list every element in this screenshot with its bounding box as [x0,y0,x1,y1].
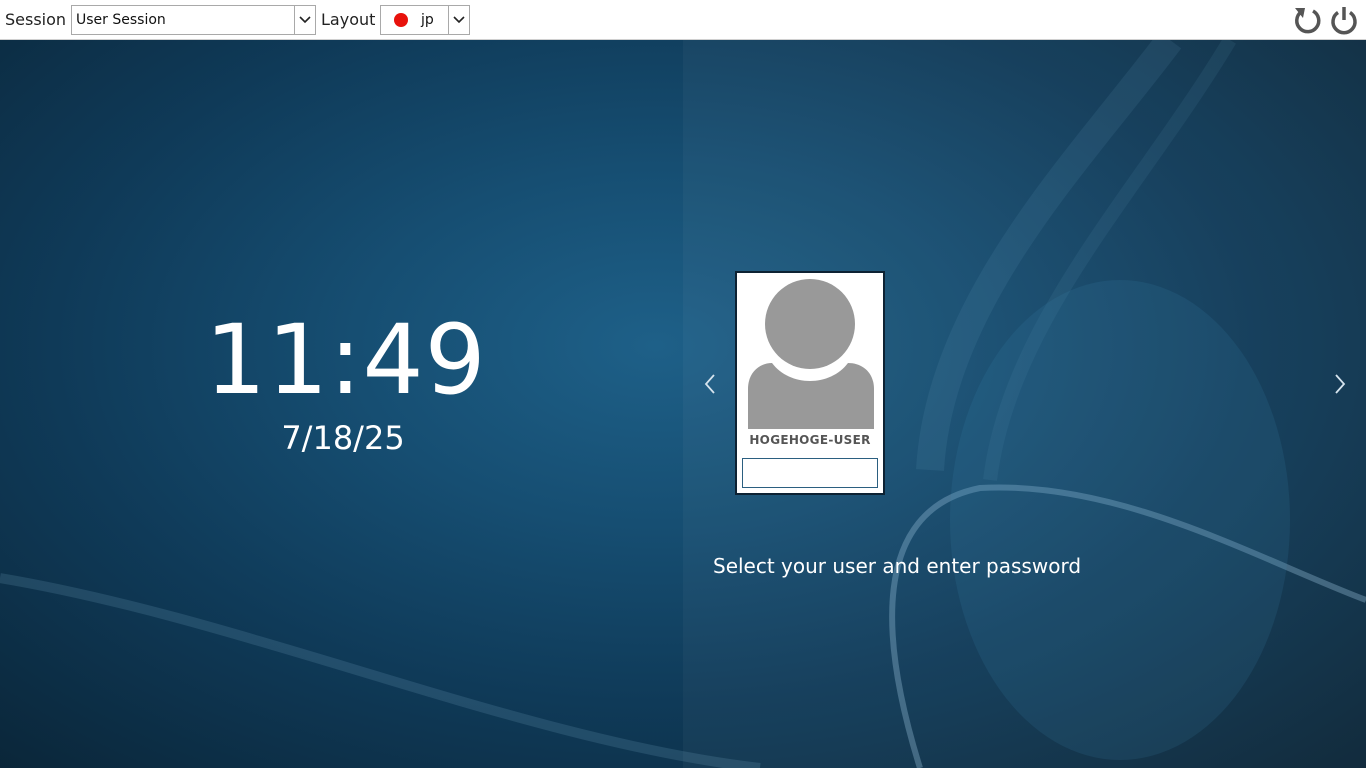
next-user-button[interactable] [1332,372,1348,396]
reboot-button[interactable] [1292,5,1322,35]
password-input[interactable] [742,458,878,488]
keyboard-layout-select[interactable]: jp [380,5,470,35]
layout-select-dropdown-button[interactable] [448,6,469,34]
greeter-background: 11:49 7/18/25 [0,40,1366,768]
chevron-down-icon [299,16,311,24]
session-select[interactable]: User Session [71,5,316,35]
layout-label: Layout [321,10,376,29]
login-prompt: Select your user and enter password [713,554,1082,578]
clock-date: 7/18/25 [281,419,405,457]
reboot-icon [1295,8,1321,34]
user-card[interactable]: HOGEHOGE-USER [735,271,885,495]
chevron-left-icon [704,374,715,394]
session-label: Session [5,10,67,29]
session-select-dropdown-button[interactable] [294,6,315,34]
top-panel: Session User Session Layout jp [0,0,1366,40]
clock-time: 11:49 [205,304,487,416]
shutdown-button[interactable] [1329,5,1359,35]
previous-user-button[interactable] [702,372,718,396]
chevron-right-icon [1335,374,1346,394]
user-name: HOGEHOGE-USER [749,433,871,447]
power-icon [1331,7,1357,35]
chevron-down-icon [453,16,465,24]
session-select-value: User Session [76,12,166,28]
keyboard-layout-value: jp [421,12,434,28]
layout-indicator-icon [394,13,408,27]
user-avatar-icon [748,279,874,429]
